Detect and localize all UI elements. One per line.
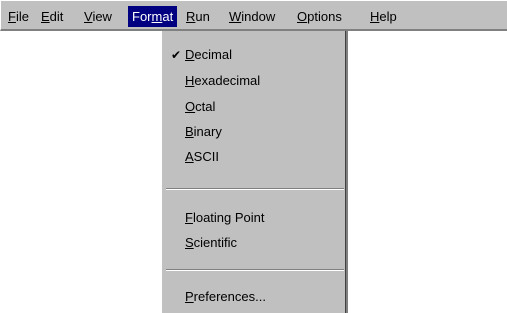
menu-edit[interactable]: Edit [37,6,67,27]
menu-item-label: Binary [185,124,222,139]
menu-separator [166,269,344,271]
menu-bar: File Edit View Format Run Window Options… [0,0,507,31]
menu-item-preferences[interactable]: Preferences... [162,286,346,308]
menu-file[interactable]: File [4,6,33,27]
menu-window[interactable]: Window [225,6,279,27]
menu-item-label: Floating Point [185,210,265,225]
format-dropdown-menu: ✔ Decimal Hexadecimal Octal Binary ASCII… [160,31,348,313]
menu-options[interactable]: Options [293,6,346,27]
menu-help[interactable]: Help [366,6,401,27]
menu-item-label: ASCII [185,149,219,164]
menu-item-label: Hexadecimal [185,73,261,88]
menu-item-label: Decimal [185,47,232,62]
menu-item-label: Scientific [185,235,238,250]
menu-item-hexadecimal[interactable]: Hexadecimal [162,70,346,92]
menu-item-decimal[interactable]: ✔ Decimal [162,44,346,66]
menu-item-floating-point[interactable]: Floating Point [162,207,346,229]
menu-item-ascii[interactable]: ASCII [162,146,346,168]
menu-item-binary[interactable]: Binary [162,121,346,143]
checkmark-icon: ✔ [171,48,182,62]
menu-view[interactable]: View [80,6,116,27]
menu-format[interactable]: Format [128,6,178,27]
menu-item-octal[interactable]: Octal [162,96,346,118]
menu-run[interactable]: Run [182,6,214,27]
menu-item-label: Preferences... [185,289,266,304]
menu-item-scientific[interactable]: Scientific [162,232,346,254]
menu-item-label: Octal [185,99,216,114]
menu-separator [166,188,344,190]
